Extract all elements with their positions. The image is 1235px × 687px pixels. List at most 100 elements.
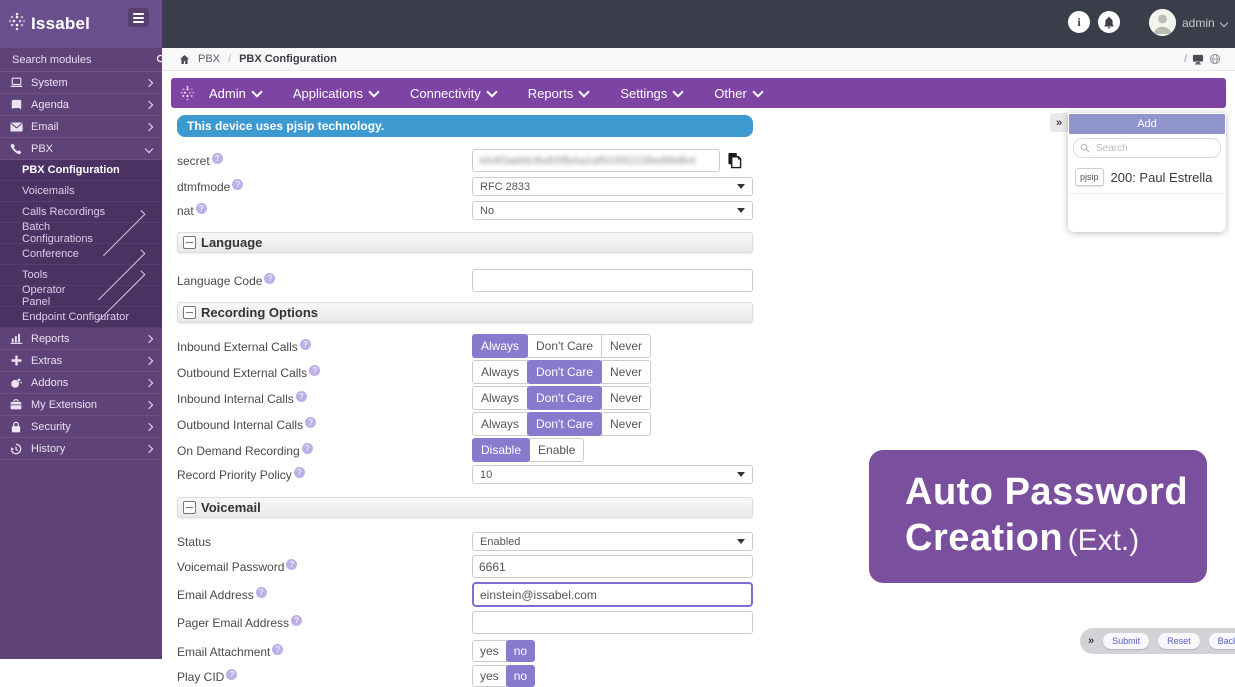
add-button[interactable]: Add [1069,114,1225,134]
voicemail-password-input[interactable] [472,555,753,578]
panel-search-input[interactable] [1094,142,1214,155]
submit-button[interactable]: Submit [1103,633,1149,649]
home-icon[interactable] [179,54,190,65]
inbound-external-calls-option-always[interactable]: Always [472,334,528,358]
help-icon[interactable]: ? [226,669,237,680]
inbound-external-calls-option-don-t-care[interactable]: Don't Care [527,334,602,358]
sidebar-item-addons[interactable]: Addons [0,372,162,394]
sidebar-item-history[interactable]: History [0,438,162,460]
help-icon[interactable]: ? [309,365,320,376]
outbound-external-calls-option-don-t-care[interactable]: Don't Care [527,360,602,384]
notifications-bell-icon[interactable] [1098,11,1120,33]
help-icon[interactable]: ? [272,644,283,655]
dtmfmode-select[interactable]: RFC 2833 [472,177,753,196]
sidebar-item-voicemails[interactable]: Voicemails [0,181,162,202]
sidebar-search[interactable] [0,48,162,72]
outbound-internal-calls-option-never[interactable]: Never [601,412,651,436]
collapse-section-icon[interactable] [183,306,196,319]
inbound-internal-calls-option-never[interactable]: Never [601,386,651,410]
field-label: Outbound External Calls? [177,365,472,380]
chevron-right-icon [145,100,153,108]
help-icon[interactable]: ? [296,391,307,402]
help-icon[interactable]: ? [256,587,267,598]
on-demand-recording-option-enable[interactable]: Enable [529,438,584,462]
secret-input[interactable]: 4A4f3aebb3bd05fbAa1af5035f2238ed9b8b4 [472,149,720,172]
field-control: 10 [472,465,753,484]
status-select[interactable]: Enabled [472,532,753,551]
sidebar-item-endpoint-configurator[interactable]: Endpoint Configurator [0,307,162,328]
outbound-internal-calls-option-don-t-care[interactable]: Don't Care [527,412,602,436]
breadcrumb-parent[interactable]: PBX [198,53,220,65]
form-area: This device uses pjsip technology. secre… [177,115,753,687]
record-priority-policy-select[interactable]: 10 [472,465,753,484]
display-monitor-icon[interactable] [1192,54,1204,65]
sidebar-item-email[interactable]: Email [0,116,162,138]
pager-email-address-input[interactable] [472,611,753,634]
nav-item-admin[interactable]: Admin [209,86,261,101]
nat-select[interactable]: No [472,201,753,220]
nav-item-other[interactable]: Other [714,86,762,101]
nav-item-connectivity[interactable]: Connectivity [410,86,496,101]
sidebar-submenu: PBX ConfigurationVoicemailsCalls Recordi… [0,160,162,328]
outbound-external-calls-option-always[interactable]: Always [472,360,528,384]
sidebar-search-input[interactable] [10,53,156,67]
sidebar-item-pbx-configuration[interactable]: PBX Configuration [0,160,162,181]
hamburger-menu-icon[interactable] [128,8,149,27]
footer-collapse-icon[interactable]: » [1088,635,1094,647]
nav-item-settings[interactable]: Settings [620,86,682,101]
sidebar-item-label: PBX [31,143,139,155]
sidebar-item-label: Email [31,121,139,133]
help-icon[interactable]: ? [305,417,316,428]
sidebar-item-agenda[interactable]: Agenda [0,94,162,116]
sidebar-item-reports[interactable]: Reports [0,328,162,350]
help-icon[interactable]: ? [286,559,297,570]
help-icon[interactable]: ? [300,339,311,350]
form-row-record-priority-policy: Record Priority Policy?10 [177,465,753,484]
sidebar-item-system[interactable]: System [0,72,162,94]
help-icon[interactable]: ? [302,443,313,454]
info-icon[interactable]: i [1068,11,1090,33]
help-icon[interactable]: ? [294,467,305,478]
sidebar-item-pbx[interactable]: PBX [0,138,162,160]
panel-search[interactable] [1073,138,1221,158]
nav-item-applications[interactable]: Applications [293,86,378,101]
copy-icon[interactable] [727,152,742,169]
chevron-right-icon [145,422,153,430]
on-demand-recording-toggle-group: DisableEnable [472,438,584,462]
help-icon[interactable]: ? [196,203,207,214]
collapse-section-icon[interactable] [183,501,196,514]
pjsip-banner: This device uses pjsip technology. [177,115,753,137]
sidebar-item-my-extension[interactable]: My Extension [0,394,162,416]
field-control: Enabled [472,532,753,551]
reset-button[interactable]: Reset [1158,633,1200,649]
help-icon[interactable]: ? [212,153,223,164]
panel-collapse-icon[interactable]: » [1050,113,1068,132]
play-cid-option-no[interactable]: no [506,665,535,687]
inbound-external-calls-option-never[interactable]: Never [601,334,651,358]
extension-list-item[interactable]: pjsip200: Paul Estrella [1068,163,1226,194]
on-demand-recording-option-disable[interactable]: Disable [472,438,530,462]
play-cid-option-yes[interactable]: yes [472,665,507,687]
help-icon[interactable]: ? [264,273,275,284]
sidebar-item-extras[interactable]: Extras [0,350,162,372]
help-icon[interactable]: ? [291,615,302,626]
outbound-internal-calls-option-always[interactable]: Always [472,412,528,436]
collapse-section-icon[interactable] [183,236,196,249]
back-button[interactable]: Back [1209,633,1235,649]
chevron-right-icon [145,78,153,86]
inbound-internal-calls-option-always[interactable]: Always [472,386,528,410]
globe-icon[interactable] [1209,53,1221,65]
issabel-logo[interactable]: Issabel [8,12,90,37]
brand-name: Issabel [31,14,90,34]
email-address-input[interactable] [472,582,753,607]
sidebar-item-batch-configurations[interactable]: Batch Configurations [0,223,162,244]
sidebar-item-security[interactable]: Security [0,416,162,438]
inbound-internal-calls-option-don-t-care[interactable]: Don't Care [527,386,602,410]
nav-item-reports[interactable]: Reports [528,86,589,101]
language-code-input[interactable] [472,269,753,292]
user-menu[interactable]: admin [1182,16,1227,30]
help-icon[interactable]: ? [232,179,243,190]
user-avatar[interactable] [1149,9,1176,36]
outbound-external-calls-option-never[interactable]: Never [601,360,651,384]
sidebar-item-operator-panel[interactable]: Operator Panel [0,286,162,307]
